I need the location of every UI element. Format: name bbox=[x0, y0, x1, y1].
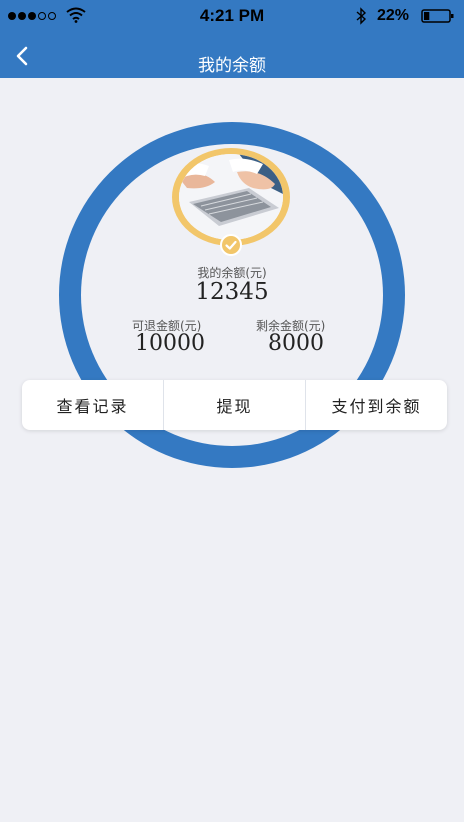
verified-check-icon bbox=[220, 234, 242, 256]
bluetooth-icon bbox=[356, 7, 367, 25]
avatar bbox=[172, 148, 290, 246]
battery-icon bbox=[421, 9, 454, 23]
page-title: 我的余额 bbox=[198, 56, 266, 76]
remaining-value: 8000 bbox=[268, 331, 324, 356]
pay-to-balance-button[interactable]: 支付到余额 bbox=[306, 380, 447, 430]
action-bar: 查看记录 提现 支付到余额 bbox=[22, 380, 447, 430]
view-records-button[interactable]: 查看记录 bbox=[22, 380, 163, 430]
battery-percent: 22% bbox=[377, 7, 410, 24]
withdraw-button[interactable]: 提现 bbox=[164, 380, 305, 430]
status-bar: 4:21 PM 22% bbox=[0, 0, 464, 34]
refundable-value: 10000 bbox=[135, 331, 205, 356]
avatar-photo bbox=[179, 154, 283, 240]
balance-value: 12345 bbox=[195, 279, 269, 305]
nav-bar: 我的余额 bbox=[0, 34, 464, 78]
